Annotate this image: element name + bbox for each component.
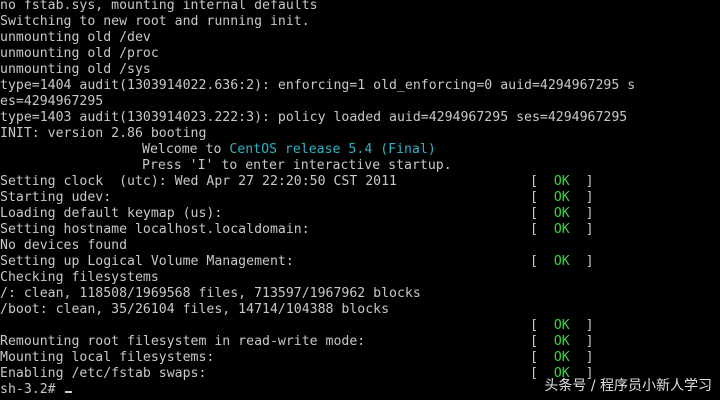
console-line: unmounting old /dev [0, 30, 151, 45]
centos-release: CentOS release 5.4 (Final) [229, 142, 436, 157]
console-line: Enabling /etc/fstab swaps: [0, 366, 207, 381]
console-line: Loading default keymap (us): [0, 206, 223, 221]
welcome-prefix: Welcome to [142, 142, 230, 157]
status-ok-badge: [ OK ] [530, 254, 594, 269]
console-line: es=4294967295 [0, 94, 104, 109]
console-line: INIT: version 2.86 booting [0, 126, 207, 141]
prompt-text: sh-3.2# [0, 382, 64, 397]
console-line: Setting hostname localhost.localdomain: [0, 222, 310, 237]
ok-label: OK [553, 174, 570, 189]
console-line: Setting up Logical Volume Management: [0, 254, 294, 269]
console-line: Starting udev: [0, 190, 112, 205]
welcome-line: Welcome to CentOS release 5.4 (Final) [142, 142, 436, 158]
status-ok-badge: [ OK ] [530, 190, 594, 205]
status-ok-badge: [ OK ] [530, 334, 594, 349]
ok-label: OK [553, 206, 570, 221]
status-ok-badge: [ OK ] [530, 174, 594, 189]
console-line: /: clean, 118508/1969568 files, 713597/1… [0, 286, 421, 301]
console-line: no fstab.sys, mounting internal defaults [0, 0, 318, 13]
ok-label: OK [553, 190, 570, 205]
ok-label: OK [553, 222, 570, 237]
interactive-startup-hint: Press 'I' to enter interactive startup. [142, 158, 452, 173]
terminal-console[interactable]: no fstab.sys, mounting internal defaults… [0, 0, 720, 400]
ok-label: OK [553, 254, 570, 269]
watermark-text: 头条号 / 程序员小新人学习 [544, 378, 712, 394]
text-cursor [64, 391, 72, 393]
status-ok-badge: [ OK ] [530, 350, 594, 365]
console-line: Checking filesystems [0, 270, 159, 285]
console-line: type=1404 audit(1303914022.636:2): enfor… [0, 78, 636, 93]
shell-prompt[interactable]: sh-3.2# [0, 382, 72, 398]
ok-label: OK [553, 318, 570, 333]
console-line: unmounting old /sys [0, 62, 151, 77]
ok-label: OK [553, 350, 570, 365]
console-line: No devices found [0, 238, 128, 253]
console-line: Switching to new root and running init. [0, 14, 310, 29]
console-line: Mounting local filesystems: [0, 350, 215, 365]
console-line: /boot: clean, 35/26104 files, 14714/1043… [0, 302, 390, 317]
console-line: Setting clock (utc): Wed Apr 27 22:20:50… [0, 174, 397, 189]
console-line: type=1403 audit(1303914023.222:3): polic… [0, 110, 628, 125]
console-line: unmounting old /proc [0, 46, 159, 61]
console-line: Remounting root filesystem in read-write… [0, 334, 366, 349]
ok-label: OK [553, 334, 570, 349]
status-ok-badge: [ OK ] [530, 318, 594, 333]
status-ok-badge: [ OK ] [530, 222, 594, 237]
status-ok-badge: [ OK ] [530, 206, 594, 221]
